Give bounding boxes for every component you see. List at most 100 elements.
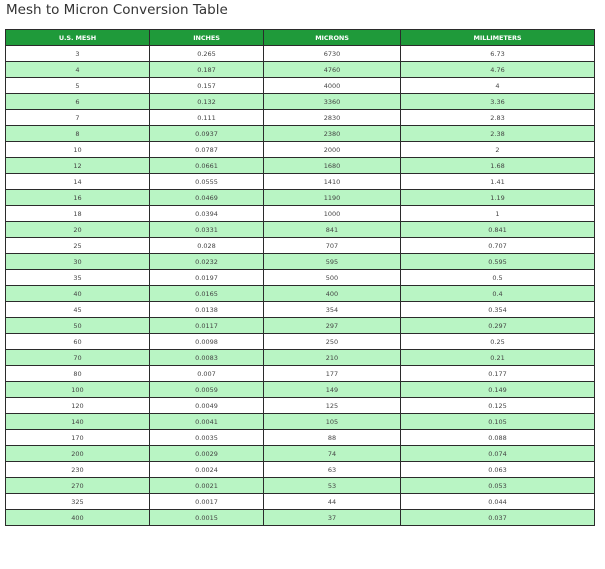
cell-inches: 0.0041 xyxy=(149,413,264,430)
table-row: 25 0.028 707 0.707 xyxy=(5,237,595,254)
table-row: 5 0.157 4000 4 xyxy=(5,77,595,94)
cell-inches: 0.0661 xyxy=(149,157,264,174)
cell-inches: 0.132 xyxy=(149,93,264,110)
cell-millimeters: 0.044 xyxy=(400,493,595,510)
cell-inches: 0.0555 xyxy=(149,173,264,190)
table-row: 7 0.111 2830 2.83 xyxy=(5,109,595,126)
cell-millimeters: 2 xyxy=(400,141,595,158)
cell-microns: 707 xyxy=(263,237,401,254)
header-us-mesh: U.S. MESH xyxy=(5,29,150,46)
cell-millimeters: 1 xyxy=(400,205,595,222)
cell-microns: 3360 xyxy=(263,93,401,110)
cell-millimeters: 1.41 xyxy=(400,173,595,190)
cell-us-mesh: 30 xyxy=(5,253,150,270)
table-row: 270 0.0021 53 0.053 xyxy=(5,477,595,494)
cell-millimeters: 0.4 xyxy=(400,285,595,302)
cell-us-mesh: 16 xyxy=(5,189,150,206)
cell-inches: 0.111 xyxy=(149,109,264,126)
cell-inches: 0.0083 xyxy=(149,349,264,366)
cell-microns: 1000 xyxy=(263,205,401,222)
cell-millimeters: 0.354 xyxy=(400,301,595,318)
conversion-table-container: U.S. MESH INCHES MICRONS MILLIMETERS 3 0.… xyxy=(5,29,595,526)
cell-us-mesh: 50 xyxy=(5,317,150,334)
cell-microns: 105 xyxy=(263,413,401,430)
table-row: 14 0.0555 1410 1.41 xyxy=(5,173,595,190)
cell-microns: 2830 xyxy=(263,109,401,126)
cell-inches: 0.0469 xyxy=(149,189,264,206)
cell-millimeters: 0.105 xyxy=(400,413,595,430)
table-row: 100 0.0059 149 0.149 xyxy=(5,381,595,398)
cell-inches: 0.0021 xyxy=(149,477,264,494)
cell-us-mesh: 140 xyxy=(5,413,150,430)
cell-microns: 6730 xyxy=(263,45,401,62)
cell-microns: 595 xyxy=(263,253,401,270)
cell-inches: 0.0787 xyxy=(149,141,264,158)
cell-microns: 400 xyxy=(263,285,401,302)
cell-us-mesh: 4 xyxy=(5,61,150,78)
cell-microns: 125 xyxy=(263,397,401,414)
cell-inches: 0.187 xyxy=(149,61,264,78)
table-row: 10 0.0787 2000 2 xyxy=(5,141,595,158)
cell-millimeters: 1.19 xyxy=(400,189,595,206)
table-row: 3 0.265 6730 6.73 xyxy=(5,45,595,62)
cell-inches: 0.0232 xyxy=(149,253,264,270)
cell-microns: 841 xyxy=(263,221,401,238)
cell-inches: 0.0029 xyxy=(149,445,264,462)
cell-inches: 0.0165 xyxy=(149,285,264,302)
cell-inches: 0.0015 xyxy=(149,509,264,526)
cell-millimeters: 1.68 xyxy=(400,157,595,174)
cell-us-mesh: 7 xyxy=(5,109,150,126)
conversion-table: U.S. MESH INCHES MICRONS MILLIMETERS 3 0.… xyxy=(5,29,595,526)
table-row: 12 0.0661 1680 1.68 xyxy=(5,157,595,174)
cell-millimeters: 0.149 xyxy=(400,381,595,398)
cell-inches: 0.0331 xyxy=(149,221,264,238)
cell-us-mesh: 100 xyxy=(5,381,150,398)
table-row: 50 0.0117 297 0.297 xyxy=(5,317,595,334)
cell-millimeters: 2.83 xyxy=(400,109,595,126)
cell-microns: 210 xyxy=(263,349,401,366)
cell-millimeters: 4 xyxy=(400,77,595,94)
cell-us-mesh: 325 xyxy=(5,493,150,510)
cell-inches: 0.0024 xyxy=(149,461,264,478)
cell-us-mesh: 5 xyxy=(5,77,150,94)
cell-inches: 0.028 xyxy=(149,237,264,254)
cell-microns: 1190 xyxy=(263,189,401,206)
cell-microns: 1680 xyxy=(263,157,401,174)
cell-us-mesh: 12 xyxy=(5,157,150,174)
cell-millimeters: 0.053 xyxy=(400,477,595,494)
table-row: 16 0.0469 1190 1.19 xyxy=(5,189,595,206)
table-row: 60 0.0098 250 0.25 xyxy=(5,333,595,350)
table-row: 40 0.0165 400 0.4 xyxy=(5,285,595,302)
cell-inches: 0.0197 xyxy=(149,269,264,286)
table-body: 3 0.265 6730 6.73 4 0.187 4760 4.76 5 0.157 4000 4 6… xyxy=(5,45,595,526)
cell-microns: 37 xyxy=(263,509,401,526)
cell-microns: 1410 xyxy=(263,173,401,190)
table-row: 325 0.0017 44 0.044 xyxy=(5,493,595,510)
cell-us-mesh: 270 xyxy=(5,477,150,494)
cell-us-mesh: 6 xyxy=(5,93,150,110)
cell-microns: 4760 xyxy=(263,61,401,78)
table-row: 80 0.007 177 0.177 xyxy=(5,365,595,382)
cell-microns: 2380 xyxy=(263,125,401,142)
cell-us-mesh: 8 xyxy=(5,125,150,142)
cell-microns: 53 xyxy=(263,477,401,494)
cell-millimeters: 0.177 xyxy=(400,365,595,382)
cell-inches: 0.0035 xyxy=(149,429,264,446)
cell-millimeters: 2.38 xyxy=(400,125,595,142)
cell-inches: 0.0098 xyxy=(149,333,264,350)
cell-millimeters: 0.088 xyxy=(400,429,595,446)
cell-millimeters: 0.21 xyxy=(400,349,595,366)
cell-us-mesh: 45 xyxy=(5,301,150,318)
cell-millimeters: 0.841 xyxy=(400,221,595,238)
cell-microns: 4000 xyxy=(263,77,401,94)
cell-microns: 2000 xyxy=(263,141,401,158)
table-row: 70 0.0083 210 0.21 xyxy=(5,349,595,366)
cell-us-mesh: 18 xyxy=(5,205,150,222)
cell-microns: 44 xyxy=(263,493,401,510)
cell-microns: 177 xyxy=(263,365,401,382)
cell-us-mesh: 230 xyxy=(5,461,150,478)
cell-microns: 63 xyxy=(263,461,401,478)
table-row: 140 0.0041 105 0.105 xyxy=(5,413,595,430)
cell-us-mesh: 200 xyxy=(5,445,150,462)
cell-millimeters: 0.5 xyxy=(400,269,595,286)
